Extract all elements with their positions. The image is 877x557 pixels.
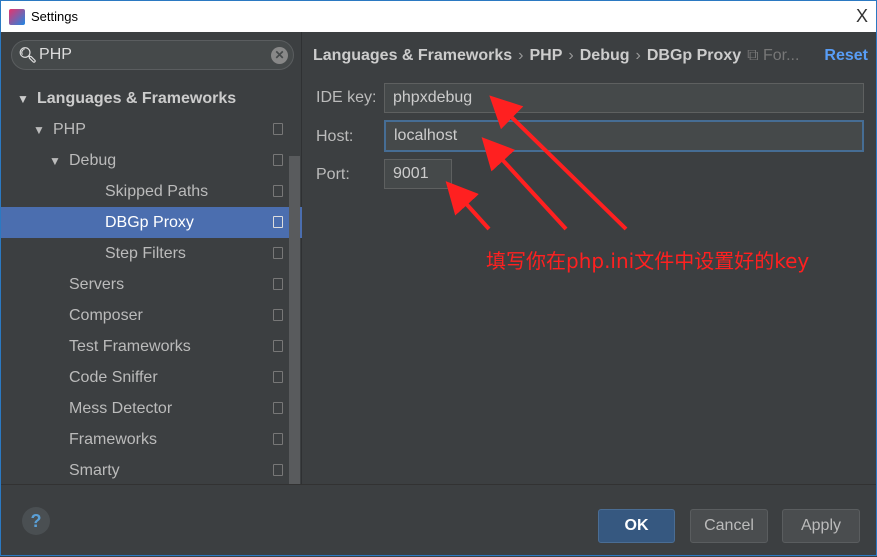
project-settings-icon — [273, 340, 283, 352]
project-settings-icon — [273, 309, 283, 321]
project-settings-icon — [273, 433, 283, 445]
breadcrumb-item: Debug — [579, 47, 630, 64]
phpstorm-logo-icon — [9, 8, 25, 25]
expand-arrow-icon[interactable]: ▼ — [17, 92, 37, 106]
close-button[interactable]: X — [856, 6, 868, 27]
tree-item[interactable]: Code Sniffer — [1, 362, 302, 393]
clear-search-icon[interactable]: ✕ — [271, 47, 288, 64]
tree-item-label: Test Frameworks — [69, 337, 191, 355]
project-settings-icon — [273, 247, 283, 259]
tree-item-label: Languages & Frameworks — [37, 89, 237, 107]
tree-item[interactable]: Smarty — [1, 455, 302, 486]
tree-item-label: PHP — [53, 120, 86, 138]
tree-item[interactable]: Servers — [1, 269, 302, 300]
tree-item[interactable]: Frameworks — [1, 424, 302, 455]
search-box: 🔍︎ ✕ — [11, 40, 294, 70]
project-settings-icon — [273, 123, 283, 135]
apply-button[interactable]: Apply — [782, 509, 860, 543]
project-settings-icon — [273, 278, 283, 290]
tree-item-label: Frameworks — [69, 430, 158, 448]
port-input[interactable] — [384, 159, 452, 189]
sidebar-scrollbar[interactable] — [289, 156, 300, 484]
project-settings-icon — [273, 154, 283, 166]
breadcrumb-item: Languages & Frameworks — [313, 47, 513, 64]
tree-item[interactable]: Test Frameworks — [1, 331, 302, 362]
tree-item-label: Step Filters — [105, 244, 186, 262]
tree-item-label: Servers — [69, 275, 125, 293]
breadcrumb-item: DBGp Proxy — [646, 47, 742, 64]
breadcrumb-item: PHP — [529, 47, 563, 64]
tree-item[interactable]: Skipped Paths — [1, 176, 302, 207]
tree-item[interactable]: DBGp Proxy — [1, 207, 302, 238]
window-title: Settings — [31, 9, 78, 24]
cancel-button[interactable]: Cancel — [690, 509, 768, 543]
settings-dialog: Settings X 🔍︎ ✕ ▼Languages & Frameworks▼… — [0, 0, 877, 556]
dialog-footer: ? OK Cancel Apply — [1, 484, 876, 555]
host-input[interactable] — [384, 120, 864, 152]
tree-item-label: Smarty — [69, 461, 120, 479]
ide-key-input[interactable] — [384, 83, 864, 113]
tree-item-label: Skipped Paths — [105, 182, 209, 200]
port-label: Port: — [316, 166, 350, 183]
title-bar: Settings X — [1, 1, 876, 32]
project-scope-label: ⧉ For... — [747, 47, 800, 64]
tree-item[interactable]: ▼ Languages & Frameworks — [1, 83, 302, 114]
reset-link[interactable]: Reset — [824, 47, 868, 65]
ide-key-label: IDE key: — [316, 89, 377, 106]
tree-item-label: Composer — [69, 306, 143, 324]
tree-item[interactable]: ▼ Debug — [1, 145, 302, 176]
tree-item[interactable]: Composer — [1, 300, 302, 331]
search-icon: 🔍︎ — [18, 47, 38, 64]
search-input[interactable] — [39, 46, 260, 64]
expand-arrow-icon[interactable]: ▼ — [49, 154, 69, 168]
project-settings-icon — [273, 464, 283, 476]
host-label: Host: — [316, 128, 354, 145]
tree-item-label: Code Sniffer — [69, 368, 158, 386]
tree-item-label: Mess Detector — [69, 399, 173, 417]
breadcrumb: Languages & Frameworks › PHP › Debug › DBGp Pr… — [313, 47, 800, 64]
project-settings-icon — [273, 402, 283, 414]
help-button[interactable]: ? — [22, 507, 50, 535]
ok-button[interactable]: OK — [598, 509, 675, 543]
tree-item-label: Debug — [69, 151, 117, 169]
settings-tree: ▼ Languages & Frameworks ▼ PHP ▼ Debug Skipped… — [1, 83, 302, 486]
project-settings-icon — [273, 371, 283, 383]
tree-item[interactable]: ▼ PHP — [1, 114, 302, 145]
scope-text: For... — [762, 47, 800, 64]
project-settings-icon — [273, 185, 283, 197]
tree-item-label: DBGp Proxy — [105, 213, 194, 231]
tree-item[interactable]: Step Filters — [1, 238, 302, 269]
settings-sidebar: 🔍︎ ✕ ▼Languages & Frameworks▼PHP▼DebugSk… — [1, 32, 302, 484]
expand-arrow-icon[interactable]: ▼ — [33, 123, 53, 137]
project-settings-icon — [273, 216, 283, 228]
annotation-text: 填写你在php.ini文件中设置好的key — [486, 249, 810, 273]
tree-item[interactable]: Mess Detector — [1, 393, 302, 424]
